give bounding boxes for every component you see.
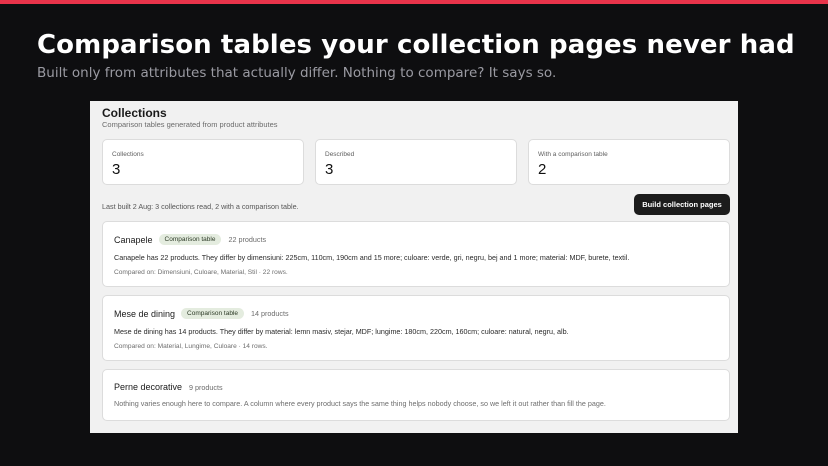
- stat-value: 2: [538, 161, 547, 178]
- collection-header: Canapele Comparison table 22 products: [114, 234, 266, 245]
- collection-card-mese-de-dining[interactable]: Mese de dining Comparison table 14 produ…: [102, 295, 730, 361]
- collection-header: Mese de dining Comparison table 14 produ…: [114, 308, 289, 319]
- stat-label: With a comparison table: [538, 151, 608, 158]
- compared-on: Compared on: Material, Lungime, Culoare …: [114, 343, 268, 350]
- accent-stripe: [0, 0, 828, 4]
- stat-value: 3: [325, 161, 334, 178]
- product-count: 22 products: [228, 235, 267, 244]
- compared-on: Compared on: Dimensiuni, Culoare, Materi…: [114, 269, 288, 276]
- collection-description: Canapele has 22 products. They differ by…: [114, 253, 630, 262]
- stat-value: 3: [112, 161, 121, 178]
- collection-card-canapele[interactable]: Canapele Comparison table 22 products Ca…: [102, 221, 730, 287]
- hero-subtitle: Built only from attributes that actually…: [37, 65, 557, 81]
- collection-description: Nothing varies enough here to compare. A…: [114, 399, 606, 408]
- build-collection-pages-button[interactable]: Build collection pages: [634, 194, 730, 215]
- collection-name: Mese de dining: [114, 308, 176, 319]
- build-status: Last built 2 Aug: 3 collections read, 2 …: [102, 202, 299, 211]
- stat-card-collections: Collections 3: [102, 139, 304, 185]
- page-title: Collections: [102, 106, 167, 120]
- product-count: 14 products: [251, 309, 289, 318]
- stat-label: Described: [325, 151, 355, 158]
- app-window: Collections Comparison tables generated …: [90, 101, 738, 433]
- collection-header: Perne decorative 9 products: [114, 382, 223, 392]
- hero-title: Comparison tables your collection pages …: [37, 30, 795, 60]
- stat-label: Collections: [112, 151, 144, 158]
- stat-card-with-table: With a comparison table 2: [528, 139, 730, 185]
- collection-name: Perne decorative: [114, 382, 183, 392]
- collection-card-perne-decorative[interactable]: Perne decorative 9 products Nothing vari…: [102, 369, 730, 421]
- page-subtitle: Comparison tables generated from product…: [102, 120, 278, 129]
- product-count: 9 products: [189, 382, 223, 392]
- comparison-table-badge: Comparison table: [158, 234, 222, 245]
- comparison-table-badge: Comparison table: [181, 308, 244, 319]
- collection-name: Canapele: [114, 234, 153, 245]
- collection-description: Mese de dining has 14 products. They dif…: [114, 327, 569, 336]
- stat-card-described: Described 3: [315, 139, 517, 185]
